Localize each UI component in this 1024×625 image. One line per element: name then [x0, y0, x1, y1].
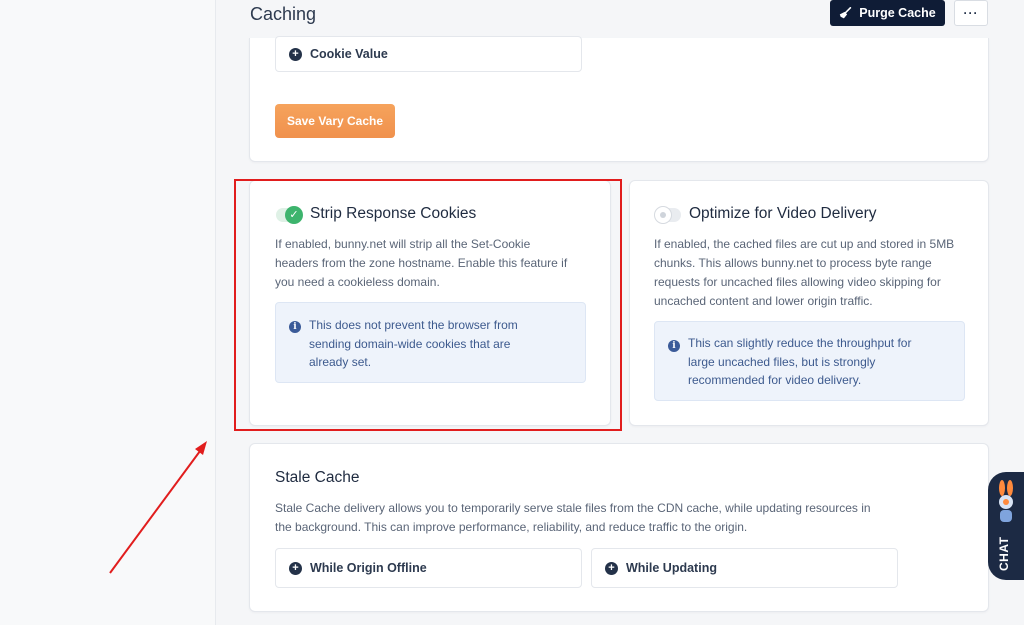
video-delivery-toggle[interactable] — [654, 206, 681, 224]
toggle-knob — [654, 206, 672, 224]
video-delivery-title: Optimize for Video Delivery — [689, 205, 877, 222]
save-vary-cache-button[interactable]: Save Vary Cache — [275, 104, 395, 138]
desc-line: Stale Cache delivery allows you to tempo… — [275, 501, 871, 515]
info-icon: i — [289, 321, 301, 333]
while-updating-option[interactable]: + While Updating — [591, 548, 898, 588]
video-delivery-info-text: This can slightly reduce the throughput … — [688, 334, 960, 390]
info-line: This does not prevent the browser from — [309, 318, 518, 332]
more-options-button[interactable]: ··· — [954, 0, 988, 26]
strip-cookies-info-box: i This does not prevent the browser from… — [275, 302, 586, 383]
video-delivery-description: If enabled, the cached files are cut up … — [654, 235, 984, 311]
info-line: recommended for video delivery. — [688, 373, 862, 387]
info-line: already set. — [309, 355, 372, 369]
desc-line: headers from the zone hostname. Enable t… — [275, 256, 568, 270]
info-line: large uncached files, but is strongly — [688, 354, 876, 369]
desc-line: the background. This can improve perform… — [275, 520, 748, 534]
check-icon: ✓ — [285, 206, 303, 224]
purge-cache-button[interactable]: Purge Cache — [830, 0, 945, 26]
chat-label: CHAT — [997, 536, 1011, 572]
chat-widget[interactable]: CHAT — [988, 472, 1024, 580]
stale-cache-description: Stale Cache delivery allows you to tempo… — [275, 499, 975, 537]
plus-icon: + — [289, 47, 302, 61]
video-delivery-card: Optimize for Video Delivery If enabled, … — [629, 180, 989, 426]
strip-cookies-info-text: This does not prevent the browser from s… — [309, 316, 579, 372]
broom-icon — [840, 6, 852, 18]
info-icon: i — [668, 340, 680, 352]
desc-line: If enabled, bunny.net will strip all the… — [275, 237, 531, 251]
plus-icon: + — [605, 561, 618, 575]
strip-cookies-toggle[interactable]: ✓ — [276, 206, 303, 224]
strip-cookies-description: If enabled, bunny.net will strip all the… — [275, 235, 605, 292]
left-pane — [0, 0, 216, 625]
desc-line: uncached content and lower origin traffi… — [654, 294, 873, 308]
strip-cookies-title: Strip Response Cookies — [310, 205, 477, 222]
bunny-mascot-icon — [999, 480, 1013, 522]
while-origin-offline-option[interactable]: + While Origin Offline — [275, 548, 582, 588]
desc-line: chunks. This allows bunny.net to process… — [654, 256, 932, 270]
stale-cache-title: Stale Cache — [275, 469, 360, 486]
vary-cache-card: + Cookie Value Save Vary Cache — [249, 36, 989, 162]
plus-icon: + — [289, 561, 302, 575]
page-title: Caching — [250, 4, 317, 24]
desc-line: If enabled, the cached files are cut up … — [654, 237, 955, 251]
stale-cache-card: Stale Cache Stale Cache delivery allows … — [249, 443, 989, 612]
purge-cache-label: Purge Cache — [859, 6, 936, 20]
while-updating-label: While Updating — [626, 561, 717, 575]
while-origin-offline-label: While Origin Offline — [310, 561, 427, 575]
strip-response-cookies-card: ✓ Strip Response Cookies If enabled, bun… — [249, 180, 611, 426]
add-cookie-value-button[interactable]: + Cookie Value — [275, 36, 582, 72]
desc-line: you need a cookieless domain. — [275, 275, 440, 289]
desc-line: requests for uncached files allowing vid… — [654, 275, 941, 289]
info-line: sending domain-wide cookies that are — [309, 336, 511, 351]
info-line: This can slightly reduce the throughput … — [688, 336, 912, 350]
cookie-value-label: Cookie Value — [310, 47, 388, 61]
video-delivery-info-box: i This can slightly reduce the throughpu… — [654, 321, 965, 401]
